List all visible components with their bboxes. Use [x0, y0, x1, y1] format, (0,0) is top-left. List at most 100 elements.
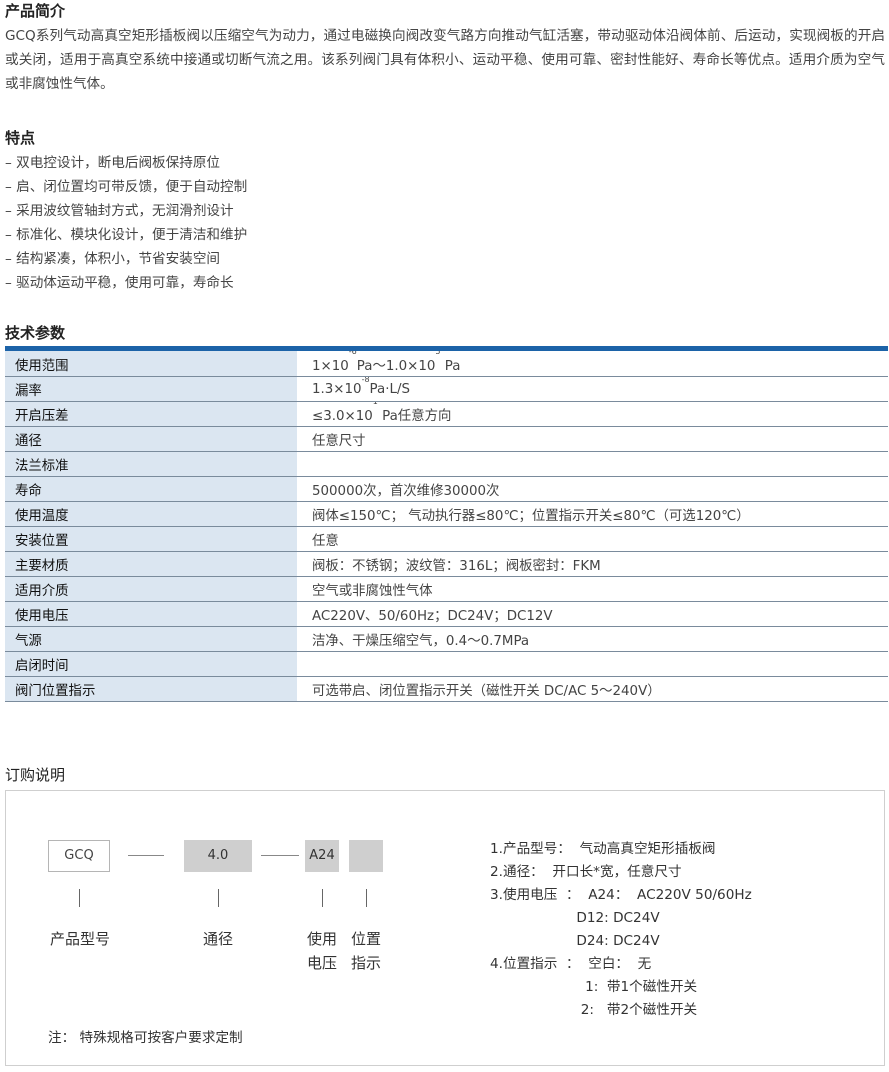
spec-value: 可选带启、闭位置指示开关（磁性开关 DC/AC 5～240V） [297, 676, 888, 702]
spec-value-text: ≤3.0×10 [312, 409, 373, 424]
spec-value: AC220V、50/60Hz；DC24V；DC12V [297, 601, 888, 627]
spec-value-text: 阀体≤150℃； 气动执行器≤80℃；位置指示开关≤80℃（可选120℃） [312, 509, 750, 524]
note-line: 2: 带2个磁性开关 [490, 1002, 698, 1018]
spec-value: 1.3×10-8Pa·L/S [297, 376, 888, 402]
spec-row: 开启压差 ≤3.0×10 1 Pa任意方向 [5, 401, 888, 427]
spec-value-text: Pa [440, 358, 461, 374]
spec-value-text: 1×10 [312, 358, 349, 374]
spec-key: 适用介质 [5, 576, 297, 602]
spec-row: 阀门位置指示 可选带启、闭位置指示开关（磁性开关 DC/AC 5～240V） [5, 676, 888, 702]
label-position-line1: 位置 [350, 930, 381, 948]
features-list: – 双电控设计，断电后阀板保持原位 – 启、闭位置均可带反馈，便于自动控制 – … [5, 151, 247, 295]
spec-key: 寿命 [5, 476, 297, 502]
features-title: 特点 [5, 129, 36, 147]
note-line: 4.位置指示 ： 空白： 无 [490, 956, 652, 972]
spec-row: 通径 任意尺寸 [5, 426, 888, 452]
spec-key: 主要材质 [5, 551, 297, 577]
note-line: D12: DC24V [490, 910, 660, 926]
spec-value-text: Pa任意方向 [377, 409, 452, 424]
spec-value [297, 651, 888, 677]
spec-value [297, 451, 888, 477]
spec-value: ≤3.0×10 1 Pa任意方向 [297, 401, 888, 427]
spec-value: 任意尺寸 [297, 426, 888, 452]
label-voltage-line1: 使用 [306, 930, 337, 948]
spec-row: 启闭时间 [5, 651, 888, 677]
spec-row: 主要材质 阀板：不锈钢；波纹管：316L；阀板密封：FKM [5, 551, 888, 577]
note-line: D24: DC24V [490, 933, 660, 949]
spec-key: 气源 [5, 626, 297, 652]
spec-value-text: 空气或非腐蚀性气体 [312, 584, 433, 599]
spec-exponent: -8 [361, 376, 370, 384]
spec-row: 适用介质 空气或非腐蚀性气体 [5, 576, 888, 602]
spec-key: 阀门位置指示 [5, 676, 297, 702]
feature-item: – 采用波纹管轴封方式，无润滑剂设计 [5, 203, 234, 219]
spec-value-text: 任意尺寸 [312, 434, 366, 449]
ordering-title: 订购说明 [5, 766, 66, 784]
spec-row: 法兰标准 [5, 451, 888, 477]
intro-text: GCQ系列气动高真空矩形插板阀以压缩空气为动力，通过电磁换向阀改变气路方向推动气… [5, 28, 885, 92]
spec-key: 开启压差 [5, 401, 297, 427]
spec-key: 使用范围 [5, 351, 297, 377]
spec-row: 漏率 1.3×10-8Pa·L/S [5, 376, 888, 402]
label-model: 产品型号 [49, 930, 110, 948]
spec-row: 安装位置 任意 [5, 526, 888, 552]
spec-exponent: 1 [372, 401, 378, 406]
intro-title: 产品简介 [5, 2, 66, 20]
spec-value: 空气或非腐蚀性气体 [297, 576, 888, 602]
ordering-notes: 1.产品型号： 气动高真空矩形插板阀 2.通径： 开口长*宽，任意尺寸 3.使用… [490, 838, 752, 1022]
spec-key: 使用电压 [5, 601, 297, 627]
feature-item: – 结构紧凑，体积小，节省安装空间 [5, 251, 221, 267]
spec-value: 阀体≤150℃； 气动执行器≤80℃；位置指示开关≤80℃（可选120℃） [297, 501, 888, 527]
code-tick [79, 889, 80, 907]
note-line: 3.使用电压 ： A24： AC220V 50/60Hz [490, 887, 752, 903]
note-line: 1: 带1个磁性开关 [490, 979, 698, 995]
feature-item: – 启、闭位置均可带反馈，便于自动控制 [5, 179, 248, 195]
spec-value-text: 1.3×10 [312, 381, 362, 397]
spec-value-text: 任意 [312, 534, 339, 549]
spec-value: 500000次，首次维修30000次 [297, 476, 888, 502]
code-tick [366, 889, 367, 907]
note-line: 1.产品型号： 气动高真空矩形插板阀 [490, 841, 716, 857]
spec-value-text: AC220V、50/60Hz；DC24V；DC12V [312, 609, 553, 624]
label-voltage: 使用 电压 [302, 927, 342, 975]
code-model-box: GCQ [48, 840, 110, 872]
spec-value-text: 阀板：不锈钢；波纹管：316L；阀板密封：FKM [312, 559, 601, 574]
spec-row: 使用电压 AC220V、50/60Hz；DC24V；DC12V [5, 601, 888, 627]
spec-row: 气源 洁净、干燥压缩空气，0.4～0.7MPa [5, 626, 888, 652]
spec-value: 1×10 -6 Pa～1.0×10 5 Pa [297, 351, 888, 377]
spec-value-text: Pa·L/S [369, 381, 410, 397]
spec-value-text: 500000次，首次维修30000次 [312, 484, 500, 499]
spec-value-text: 洁净、干燥压缩空气，0.4～0.7MPa [312, 634, 530, 649]
specs-table: 使用范围 1×10-6Pa～1.0×105 Pa 漏率 1.3×10-8Pa·L/S 开… [5, 351, 888, 702]
spec-value-text: Pa～1.0×10 [356, 358, 436, 374]
spec-key: 漏率 [5, 376, 297, 402]
label-position: 位置 指示 [346, 927, 386, 975]
spec-row: 使用温度 阀体≤150℃； 气动执行器≤80℃；位置指示开关≤80℃（可选120℃… [5, 501, 888, 527]
code-size-box: 4.0 [184, 840, 252, 872]
code-tick [322, 889, 323, 907]
code-tick [218, 889, 219, 907]
spec-key: 法兰标准 [5, 451, 297, 477]
specs-title: 技术参数 [5, 324, 66, 342]
label-voltage-line2: 电压 [306, 954, 337, 972]
spec-row: 使用范围 1×10 -6 Pa～1.0×10 5 Pa [5, 351, 888, 377]
spec-value: 阀板：不锈钢；波纹管：316L；阀板密封：FKM [297, 551, 888, 577]
feature-item: – 驱动体运动平稳，使用可靠，寿命长 [5, 275, 234, 291]
code-voltage-box: A24 [305, 840, 339, 872]
spec-exponent: 5 [435, 351, 441, 356]
ordering-footnote: 注： 特殊规格可按客户要求定制 [48, 1030, 243, 1046]
spec-exponent: -6 [348, 351, 357, 356]
label-size: 通径 [202, 930, 233, 948]
spec-value: 洁净、干燥压缩空气，0.4～0.7MPa [297, 626, 888, 652]
note-line: 2.通径： 开口长*宽，任意尺寸 [490, 864, 682, 880]
code-separator [261, 855, 299, 856]
ordering-panel [5, 790, 885, 1066]
spec-key: 通径 [5, 426, 297, 452]
spec-value: 任意 [297, 526, 888, 552]
spec-key: 使用温度 [5, 501, 297, 527]
label-position-line2: 指示 [350, 954, 381, 972]
spec-row: 寿命 500000次，首次维修30000次 [5, 476, 888, 502]
spec-key: 安装位置 [5, 526, 297, 552]
code-separator [128, 855, 164, 856]
feature-item: – 双电控设计，断电后阀板保持原位 [5, 155, 221, 171]
